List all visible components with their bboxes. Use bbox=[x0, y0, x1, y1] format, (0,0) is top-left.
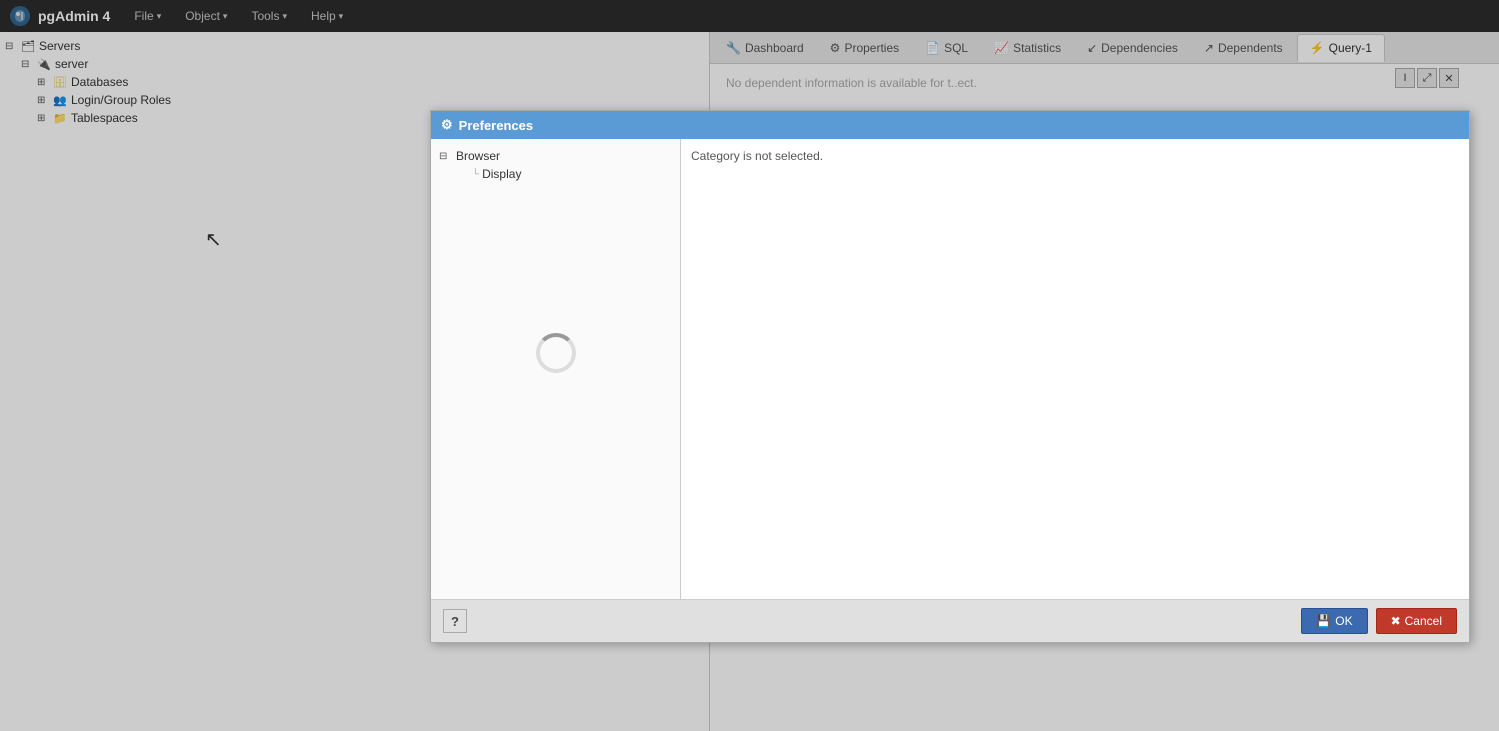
preferences-title-icon: ⚙ bbox=[441, 117, 453, 133]
ok-icon: 💾 bbox=[1316, 614, 1331, 628]
dialog-footer: ? 💾 OK ✖ Cancel bbox=[431, 599, 1469, 642]
loading-area bbox=[435, 333, 676, 373]
preferences-overlay: ⚙ Preferences ⊟ Browser └ Display bbox=[0, 0, 1499, 731]
browser-tree-label: Browser bbox=[456, 149, 500, 163]
category-not-selected-text: Category is not selected. bbox=[691, 149, 823, 163]
help-button[interactable]: ? bbox=[443, 609, 467, 633]
dialog-body: ⊟ Browser └ Display Category is not sele… bbox=[431, 139, 1469, 599]
display-tree-label: Display bbox=[482, 167, 521, 181]
cancel-icon: ✖ bbox=[1391, 614, 1401, 628]
cancel-button[interactable]: ✖ Cancel bbox=[1376, 608, 1457, 634]
dialog-header: ⚙ Preferences bbox=[431, 111, 1469, 139]
dialog-left-panel: ⊟ Browser └ Display bbox=[431, 139, 681, 599]
dialog-tree-browser[interactable]: ⊟ Browser bbox=[435, 147, 676, 165]
dialog-right-panel: Category is not selected. bbox=[681, 139, 1469, 599]
dialog-tree-display[interactable]: └ Display bbox=[451, 165, 676, 183]
footer-buttons: 💾 OK ✖ Cancel bbox=[1301, 608, 1457, 634]
loading-spinner bbox=[536, 333, 576, 373]
display-tree-expand-icon bbox=[455, 169, 469, 180]
preferences-title: Preferences bbox=[459, 118, 1459, 133]
ok-button[interactable]: 💾 OK bbox=[1301, 608, 1367, 634]
preferences-dialog: ⚙ Preferences ⊟ Browser └ Display bbox=[430, 110, 1470, 643]
display-tree-pipe-icon: └ bbox=[472, 169, 479, 180]
browser-tree-expand-icon: ⊟ bbox=[439, 151, 453, 162]
